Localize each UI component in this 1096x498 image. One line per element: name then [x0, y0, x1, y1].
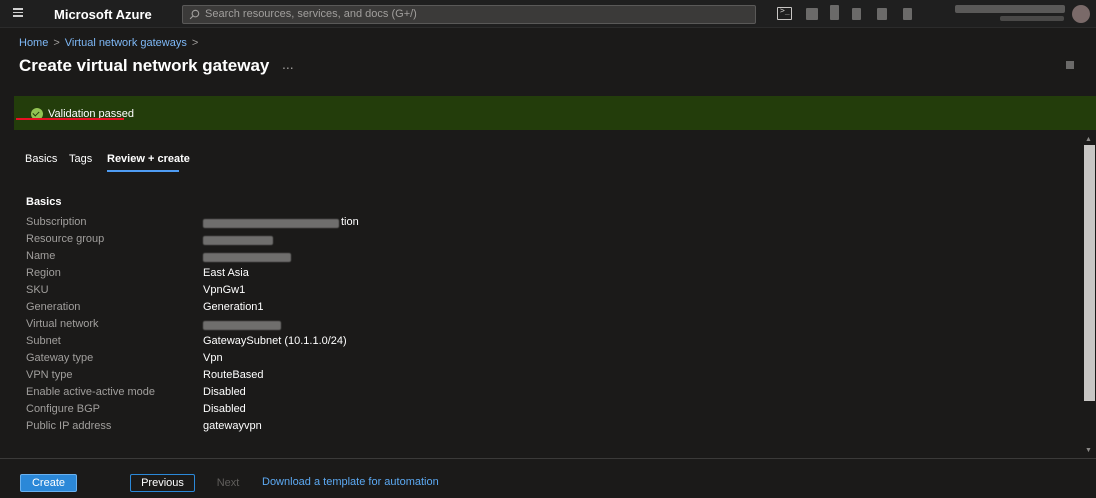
summary-label: Region — [26, 267, 61, 279]
feedback-icon[interactable] — [903, 8, 912, 20]
tab-basics[interactable]: Basics — [25, 153, 57, 165]
avatar[interactable] — [1072, 5, 1090, 23]
breadcrumb-separator: > — [191, 37, 199, 49]
annotation-underline — [16, 118, 124, 120]
breadcrumb-home[interactable]: Home — [19, 37, 48, 49]
summary-value: Vpn — [203, 352, 223, 364]
account-directory — [1000, 16, 1064, 21]
summary-row-sku: SKU VpnGw1 — [26, 284, 926, 301]
summary-row-gateway-type: Gateway type Vpn — [26, 352, 926, 369]
summary-value: Generation1 — [203, 301, 264, 313]
summary-row-public-ip: Public IP address gatewayvpn — [26, 420, 926, 437]
active-tab-indicator — [107, 170, 179, 172]
footer-bar: Create Previous Next Download a template… — [0, 458, 1096, 498]
directory-icon[interactable] — [806, 8, 818, 20]
summary-value: gatewayvpn — [203, 420, 262, 432]
redacted-value — [203, 321, 281, 330]
previous-button[interactable]: Previous — [130, 474, 195, 492]
page-title: Create virtual network gateway — [19, 56, 270, 75]
breadcrumb-virtual-network-gateways[interactable]: Virtual network gateways — [65, 37, 187, 49]
create-button[interactable]: Create — [20, 474, 77, 492]
summary-value: GatewaySubnet (10.1.1.0/24) — [203, 335, 347, 347]
summary-row-generation: Generation Generation1 — [26, 301, 926, 318]
summary-row-subscription: Subscription tion — [26, 216, 926, 233]
next-button[interactable]: Next — [206, 474, 250, 492]
summary-label: Enable active-active mode — [26, 386, 156, 398]
summary-row-configure-bgp: Configure BGP Disabled — [26, 403, 926, 420]
search-input[interactable]: Search resources, services, and docs (G+… — [182, 5, 756, 24]
breadcrumb: Home > Virtual network gateways > — [19, 37, 203, 49]
summary-row-subnet: Subnet GatewaySubnet (10.1.1.0/24) — [26, 335, 926, 352]
summary-value: Disabled — [203, 403, 246, 415]
summary-row-vpn-type: VPN type RouteBased — [26, 369, 926, 386]
summary-label: Generation — [26, 301, 81, 313]
notifications-icon[interactable] — [830, 5, 839, 20]
summary-row-name: Name — [26, 250, 926, 267]
summary-label: Resource group — [26, 233, 105, 245]
summary-row-active-active: Enable active-active mode Disabled — [26, 386, 926, 403]
summary-value: VpnGw1 — [203, 284, 246, 296]
summary-label: Virtual network — [26, 318, 99, 330]
summary-value: RouteBased — [203, 369, 264, 381]
account-name[interactable] — [955, 5, 1065, 13]
summary-label: Gateway type — [26, 352, 94, 364]
cloud-shell-icon[interactable]: >_ — [777, 6, 792, 20]
summary-value: Disabled — [203, 386, 246, 398]
summary-label: Public IP address — [26, 420, 112, 432]
more-options-icon[interactable]: ... — [282, 56, 294, 72]
summary-row-region: Region East Asia — [26, 267, 926, 284]
validation-banner: Validation passed — [14, 96, 1096, 130]
redacted-value — [203, 253, 291, 262]
summary-label: Name — [26, 250, 56, 262]
search-placeholder: Search resources, services, and docs (G+… — [205, 8, 417, 20]
summary-label: Subscription — [26, 216, 87, 228]
section-title-basics: Basics — [26, 196, 62, 208]
top-bar: Microsoft Azure Search resources, servic… — [0, 0, 1096, 28]
settings-icon[interactable] — [852, 8, 861, 20]
redacted-value — [203, 219, 339, 228]
search-icon — [189, 9, 200, 20]
close-icon[interactable] — [1066, 61, 1074, 69]
redacted-value — [203, 236, 273, 245]
help-icon[interactable] — [877, 8, 887, 20]
summary-value: East Asia — [203, 267, 249, 279]
summary-label: VPN type — [26, 369, 73, 381]
summary-label: Configure BGP — [26, 403, 100, 415]
hamburger-icon[interactable] — [12, 6, 26, 20]
summary-row-virtual-network: Virtual network — [26, 318, 926, 335]
summary-label: SKU — [26, 284, 49, 296]
summary-label: Subnet — [26, 335, 61, 347]
scroll-up-icon[interactable]: ▲ — [1085, 136, 1092, 143]
summary-value: tion — [341, 216, 359, 228]
summary-row-resource-group: Resource group — [26, 233, 926, 250]
tab-tags[interactable]: Tags — [69, 153, 92, 165]
scrollbar-thumb[interactable] — [1084, 145, 1095, 401]
scroll-down-icon[interactable]: ▼ — [1085, 447, 1092, 454]
breadcrumb-separator: > — [53, 37, 60, 49]
tab-review-create[interactable]: Review + create — [107, 153, 190, 165]
download-template-link[interactable]: Download a template for automation — [262, 476, 439, 488]
brand-title[interactable]: Microsoft Azure — [54, 7, 152, 22]
